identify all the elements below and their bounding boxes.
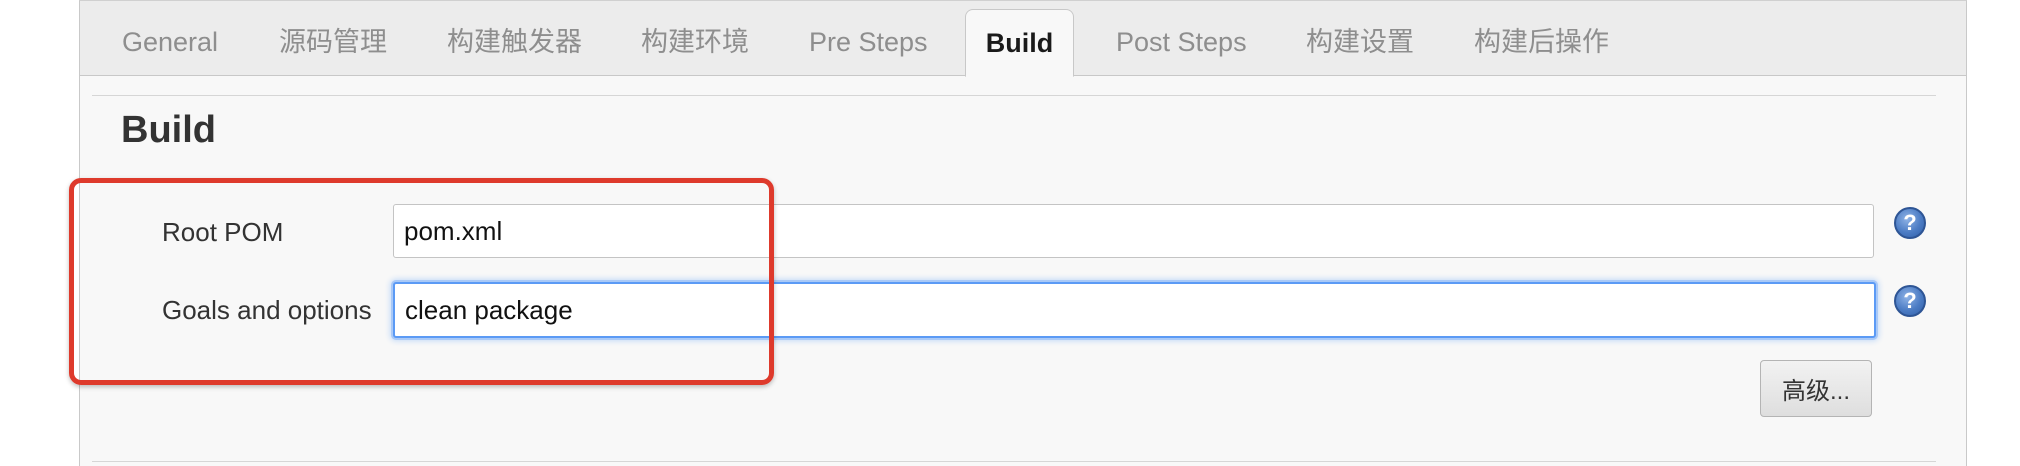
- root-pom-label: Root POM: [162, 217, 284, 247]
- tab-source-control[interactable]: 源码管理: [279, 9, 387, 76]
- config-panel: General 源码管理 构建触发器 构建环境 Pre Steps Build …: [79, 0, 1967, 466]
- tab-pre-steps[interactable]: Pre Steps: [809, 9, 928, 76]
- help-icon[interactable]: ?: [1894, 207, 1926, 239]
- root-pom-input[interactable]: [393, 204, 1874, 258]
- tab-general[interactable]: General: [122, 9, 218, 76]
- tab-build-triggers[interactable]: 构建触发器: [447, 9, 582, 76]
- tab-build-environment[interactable]: 构建环境: [641, 9, 749, 76]
- page: General 源码管理 构建触发器 构建环境 Pre Steps Build …: [0, 0, 2020, 466]
- bottom-divider: [92, 461, 1936, 462]
- section-divider: [92, 95, 1936, 96]
- tab-bar: General 源码管理 构建触发器 构建环境 Pre Steps Build …: [80, 1, 1966, 77]
- tab-build-settings[interactable]: 构建设置: [1306, 9, 1414, 76]
- advanced-button[interactable]: 高级...: [1760, 360, 1872, 417]
- tab-post-steps[interactable]: Post Steps: [1116, 9, 1247, 76]
- goals-label: Goals and options: [162, 295, 372, 325]
- section-title: Build: [121, 109, 216, 151]
- tab-post-build-actions[interactable]: 构建后操作: [1474, 9, 1609, 76]
- help-icon[interactable]: ?: [1894, 285, 1926, 317]
- goals-input[interactable]: [393, 282, 1876, 338]
- tab-build[interactable]: Build: [965, 9, 1074, 77]
